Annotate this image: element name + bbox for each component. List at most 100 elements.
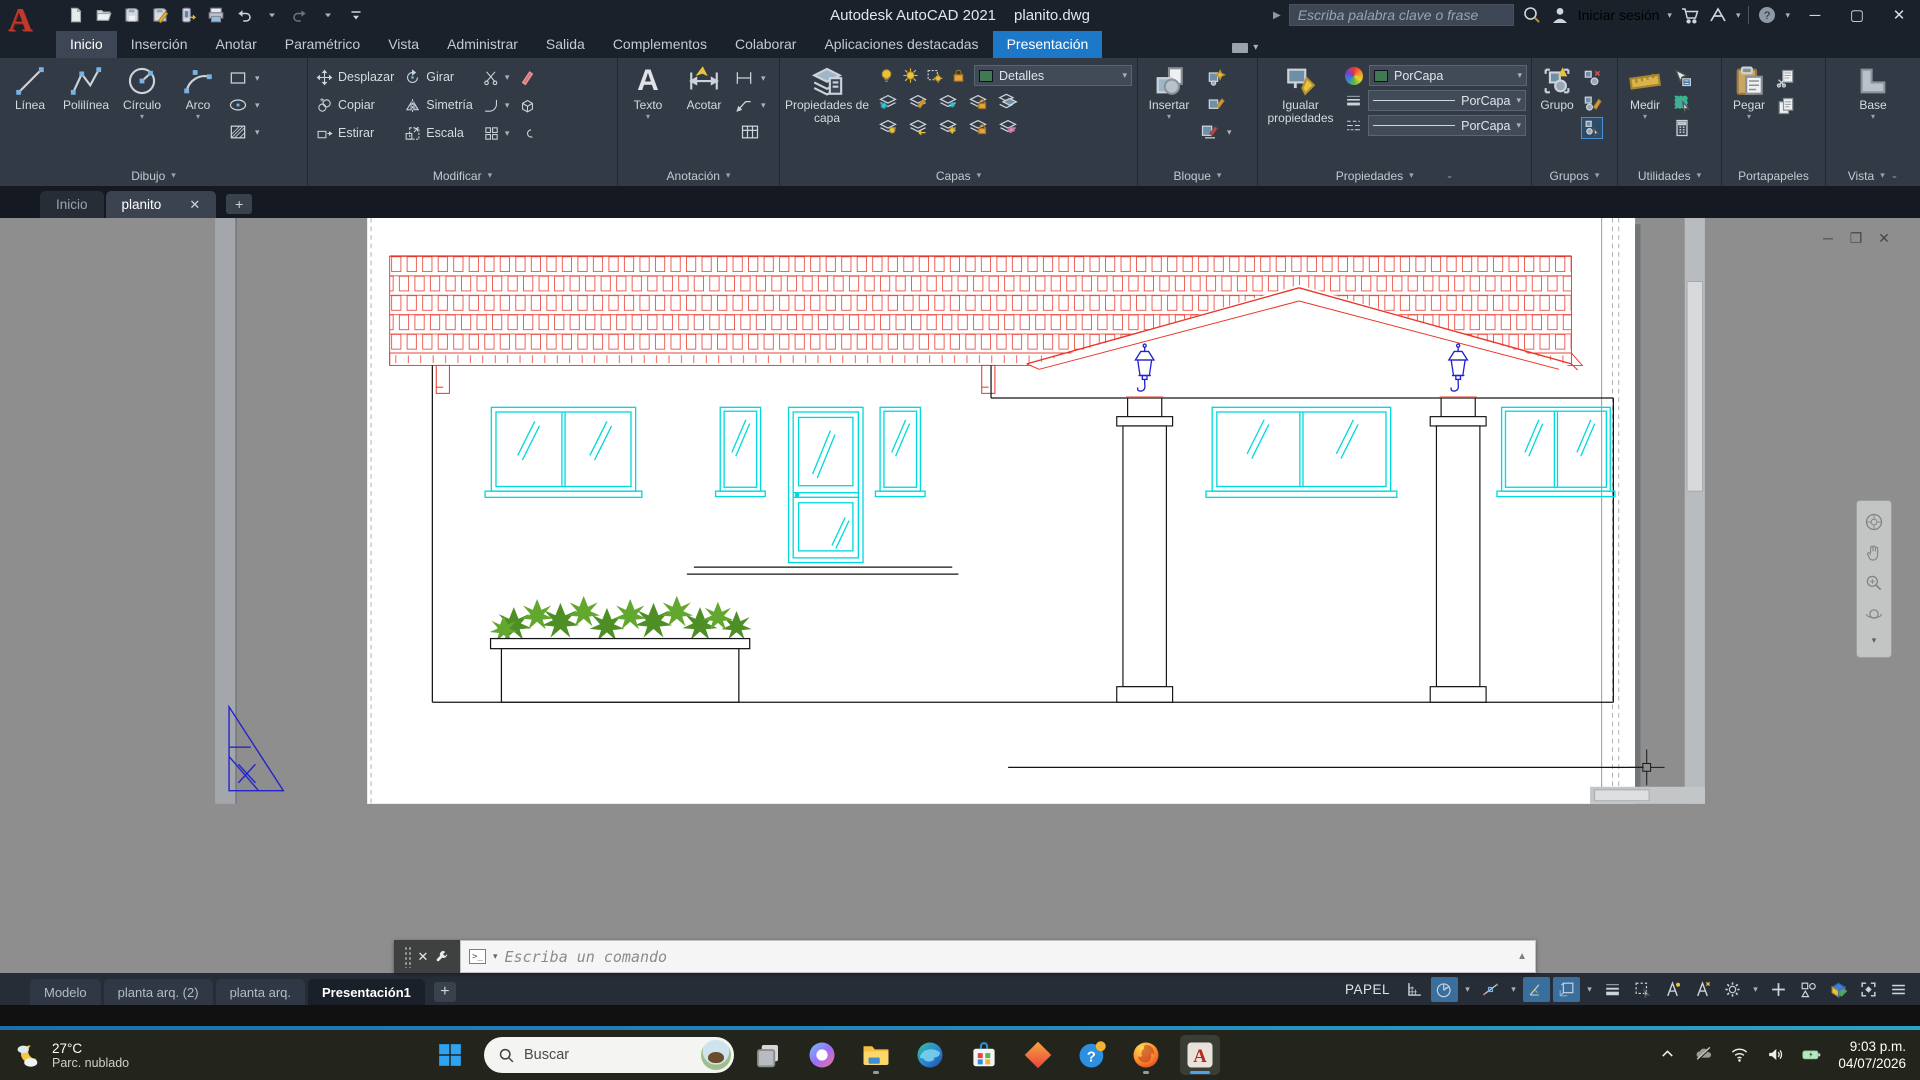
- status-annotation-visibility-icon[interactable]: [1659, 977, 1686, 1002]
- customize-wrench-icon[interactable]: [435, 949, 450, 964]
- insert-block-button[interactable]: Insertar ▾: [1142, 62, 1196, 121]
- nav-zoom-icon[interactable]: [1864, 573, 1884, 593]
- status-polar-tracking-icon[interactable]: [1431, 977, 1458, 1002]
- layer-thaw2-icon[interactable]: [938, 116, 958, 136]
- status-workspace-plus-icon[interactable]: [1765, 977, 1792, 1002]
- block-edit-icon[interactable]: [1206, 95, 1226, 115]
- rotate-button[interactable]: Girar: [404, 66, 473, 88]
- match-properties-button[interactable]: Igualar propiedades: [1262, 62, 1339, 125]
- file-tab-inicio[interactable]: Inicio: [40, 191, 104, 218]
- quick-select-icon[interactable]: [1672, 68, 1692, 88]
- arc-button[interactable]: Arco ▾: [172, 62, 224, 121]
- layer-on-icon[interactable]: [878, 116, 898, 136]
- layer-lock2-icon[interactable]: [968, 91, 988, 111]
- save-as-button[interactable]: [148, 3, 172, 27]
- rectangle-tool-icon[interactable]: [228, 68, 248, 88]
- table-icon[interactable]: [740, 122, 760, 142]
- file-tab-close-icon[interactable]: ✕: [189, 197, 200, 213]
- layer-prev-icon[interactable]: [908, 116, 928, 136]
- ungroup-icon[interactable]: [1582, 68, 1602, 88]
- layer-edit-icon[interactable]: [908, 91, 928, 111]
- taskbar-clock[interactable]: 9:03 p.m. 04/07/2026: [1838, 1038, 1906, 1072]
- status-osnap-tracking-icon[interactable]: [1477, 977, 1504, 1002]
- nav-wheel-icon[interactable]: [1864, 512, 1884, 532]
- fillet-icon[interactable]: [483, 97, 500, 114]
- ribbon-tab-inicio[interactable]: Inicio: [56, 31, 117, 58]
- taskbar-app-autocad[interactable]: A: [1180, 1035, 1220, 1075]
- layout-tab-planta-arq-[interactable]: planta arq.: [216, 979, 305, 1005]
- status-caret-icon[interactable]: ▾: [1583, 977, 1596, 1002]
- layer-thaw-sun-icon[interactable]: [902, 67, 919, 84]
- line-button[interactable]: Línea: [4, 62, 56, 112]
- copy-button[interactable]: Copiar: [316, 94, 394, 116]
- layout-tab-modelo[interactable]: Modelo: [30, 979, 101, 1005]
- erase-icon[interactable]: [519, 69, 536, 86]
- layer-properties-button[interactable]: Propiedades de capa: [784, 62, 870, 125]
- layer-off-bulb-icon[interactable]: [878, 67, 895, 84]
- panel-label-capas[interactable]: Capas▾: [780, 165, 1137, 186]
- scale-button[interactable]: Escala: [404, 122, 473, 144]
- redo-dropdown-button[interactable]: [316, 3, 340, 27]
- redo-button[interactable]: [288, 3, 312, 27]
- panel-label-modificar[interactable]: Modificar▾: [308, 165, 617, 186]
- layout-tab-planta-arq-2-[interactable]: planta arq. (2): [104, 979, 213, 1005]
- new-layout-button[interactable]: +: [434, 982, 456, 1002]
- move-button[interactable]: Desplazar: [316, 66, 394, 88]
- array-icon[interactable]: [483, 125, 500, 142]
- circle-button[interactable]: Círculo ▾: [116, 62, 168, 121]
- save-button[interactable]: [120, 3, 144, 27]
- block-attrib-icon[interactable]: [1200, 122, 1220, 142]
- taskbar-weather-widget[interactable]: 27°C Parc. nublado: [0, 1040, 430, 1070]
- ribbon-tab-complementos[interactable]: Complementos: [599, 31, 721, 58]
- new-drawing-tab-button[interactable]: +: [226, 194, 252, 214]
- ribbon-tab-salida[interactable]: Salida: [532, 31, 599, 58]
- layer-combo[interactable]: Detalles▾: [974, 65, 1132, 86]
- status-selection-cycling-icon[interactable]: [1629, 977, 1656, 1002]
- layer-unlock-icon[interactable]: [968, 116, 988, 136]
- object-color-combo[interactable]: PorCapa▾: [1369, 65, 1527, 86]
- taskbar-app-firefox[interactable]: [1126, 1035, 1166, 1075]
- ribbon-tab-aplicaciones-destacadas[interactable]: Aplicaciones destacadas: [810, 31, 992, 58]
- drawing-restore-icon[interactable]: ❐: [1848, 230, 1864, 247]
- window-close-button[interactable]: ✕: [1882, 2, 1916, 28]
- window-minimize-button[interactable]: ─: [1798, 2, 1832, 28]
- nav-menu-caret-icon[interactable]: ▾: [1872, 635, 1877, 646]
- vertical-scrollbar-thumb[interactable]: [1687, 282, 1703, 492]
- status-caret-icon[interactable]: ▾: [1461, 977, 1474, 1002]
- autodesk-caret-icon[interactable]: ▾: [1736, 10, 1741, 21]
- color-wheel-icon[interactable]: [1345, 67, 1363, 85]
- signin-label[interactable]: Iniciar sesión: [1578, 7, 1660, 23]
- layout-tab-presentaci-n1[interactable]: Presentación1: [308, 979, 425, 1005]
- plot-button[interactable]: [204, 3, 228, 27]
- status-annotation-autoscale-icon[interactable]: [1689, 977, 1716, 1002]
- explode-icon[interactable]: [519, 97, 536, 114]
- search-expand-icon[interactable]: ▶: [1273, 10, 1281, 21]
- window-maximize-button[interactable]: ▢: [1840, 2, 1874, 28]
- panel-label-propiedades[interactable]: Propiedades▾⌄: [1258, 165, 1531, 186]
- signin-caret-icon[interactable]: ▾: [1667, 10, 1672, 21]
- base-view-button[interactable]: Base ▾: [1846, 62, 1900, 121]
- copy-clip-icon[interactable]: [1776, 96, 1796, 116]
- drawing-minimize-icon[interactable]: ─: [1820, 230, 1836, 247]
- new-file-button[interactable]: [64, 3, 88, 27]
- undo-dropdown-button[interactable]: [260, 3, 284, 27]
- linetype-combo[interactable]: PorCapa▾: [1368, 115, 1526, 136]
- paper-space-label[interactable]: PAPEL: [1345, 982, 1390, 997]
- dim-linear-icon[interactable]: [734, 68, 754, 88]
- ribbon-tab-param-trico[interactable]: Paramétrico: [271, 31, 374, 58]
- taskbar-app-quick-assist[interactable]: ?: [1072, 1035, 1112, 1075]
- ribbon-tab-inserci-n[interactable]: Inserción: [117, 31, 202, 58]
- cart-icon[interactable]: [1680, 5, 1700, 25]
- ribbon-tab-vista[interactable]: Vista: [374, 31, 433, 58]
- ribbon-tab-colaborar[interactable]: Colaborar: [721, 31, 810, 58]
- start-button[interactable]: [430, 1035, 470, 1075]
- measure-button[interactable]: Medir ▾: [1622, 62, 1668, 121]
- linetype-icon[interactable]: [1345, 117, 1362, 134]
- search-icon[interactable]: [1522, 5, 1542, 25]
- tray-tray-chevron-icon[interactable]: [1658, 1045, 1678, 1065]
- tray-volume-icon[interactable]: [1766, 1045, 1786, 1065]
- status-clean-screen-icon[interactable]: [1855, 977, 1882, 1002]
- lineweight-icon[interactable]: [1345, 92, 1362, 109]
- panel-label-grupos[interactable]: Grupos▾: [1532, 165, 1617, 186]
- navigation-bar[interactable]: ▾: [1856, 500, 1892, 658]
